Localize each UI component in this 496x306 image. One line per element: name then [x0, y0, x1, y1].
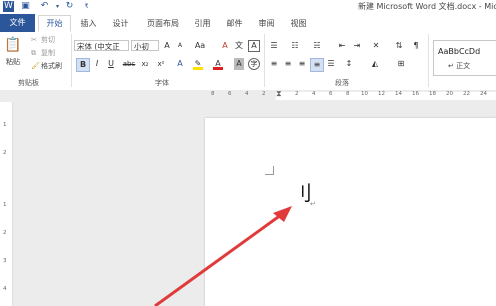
- arrow-shaft: [154, 210, 286, 306]
- annotation-arrow: [154, 206, 292, 306]
